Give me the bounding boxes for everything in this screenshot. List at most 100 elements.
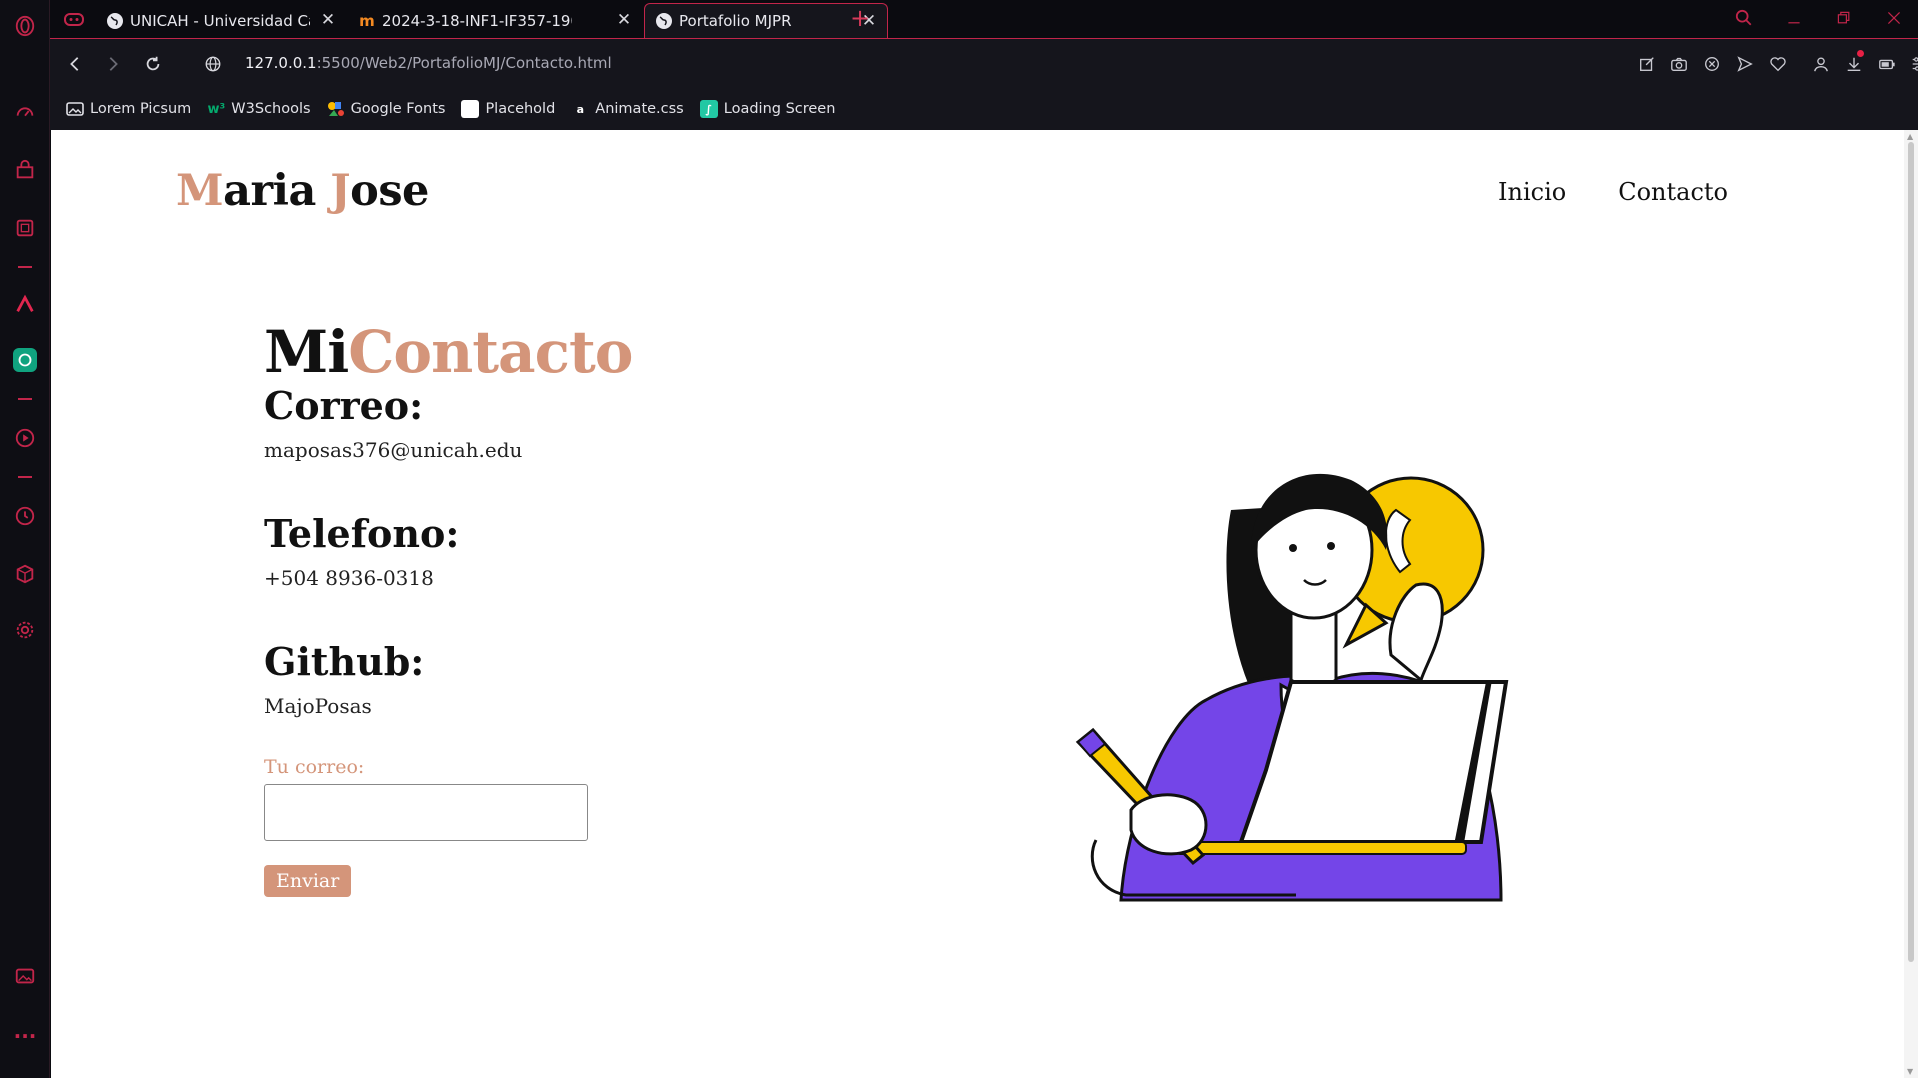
phone-value: +504 8936-0318 [264, 566, 434, 590]
account-icon[interactable] [1810, 53, 1832, 75]
easy-setup-icon[interactable] [1908, 53, 1918, 75]
restore-icon[interactable] [1830, 6, 1858, 30]
contact-section: MiContacto Correo: maposas376@unicah.edu… [264, 318, 633, 897]
gallery-icon[interactable] [13, 964, 37, 988]
player-icon[interactable] [13, 426, 37, 450]
minimize-icon[interactable] [1780, 6, 1808, 30]
bookmark-label: Lorem Picsum [90, 101, 192, 117]
history-icon[interactable] [13, 504, 37, 528]
chatgpt-icon[interactable] [13, 348, 37, 372]
contact-illustration [1075, 473, 1509, 902]
email-label: Tu correo: [264, 756, 365, 778]
bookmark-loading-screen[interactable]: ∫ Loading Screen [699, 100, 836, 118]
globe-icon [655, 12, 673, 30]
forward-icon[interactable] [102, 53, 124, 75]
scroll-up-icon[interactable]: ▲ [1907, 132, 1913, 141]
reload-icon[interactable] [142, 53, 164, 75]
email-value: maposas376@unicah.edu [264, 438, 523, 462]
sidebar-separator [18, 398, 32, 400]
moodle-icon: m [359, 11, 375, 30]
page-viewport: Maria Jose Inicio Contacto MiContacto Co… [51, 130, 1918, 1078]
battery-saver-icon[interactable] [1876, 53, 1898, 75]
close-window-icon[interactable] [1880, 6, 1908, 30]
tab-unicah[interactable]: UNICAH - Universidad Cató ✕ [96, 3, 346, 38]
extensions-icon[interactable] [13, 562, 37, 586]
back-icon[interactable] [64, 53, 86, 75]
github-block: Github: MajoPosas [264, 639, 632, 719]
w3schools-icon: w³ [207, 101, 226, 117]
bookmark-animate-css[interactable]: a Animate.css [571, 100, 684, 118]
url-path: :5500/Web2/PortafolioMJ/Contacto.html [316, 54, 612, 72]
aria-icon[interactable] [13, 292, 37, 316]
snapshot-edit-icon[interactable] [1636, 53, 1658, 75]
phone-heading: Telefono: [264, 511, 460, 556]
new-tab-button[interactable]: + [850, 6, 870, 30]
speed-dial-icon[interactable] [13, 100, 37, 124]
page-scrollbar[interactable]: ▲ ▼ [1904, 130, 1918, 1078]
shopping-icon[interactable] [13, 158, 37, 182]
tab-title: 2024-3-18-INF1-IF357-190 [382, 11, 572, 30]
scroll-down-icon[interactable]: ▼ [1907, 1067, 1913, 1076]
downloads-icon[interactable] [1843, 50, 1865, 75]
title-part-accent: Contacto [348, 318, 633, 386]
nav-link-inicio[interactable]: Inicio [1498, 178, 1566, 206]
page-title: MiContacto [264, 318, 633, 386]
bookmark-w3schools[interactable]: w³ W3Schools [207, 100, 310, 118]
send-icon[interactable] [1734, 53, 1756, 75]
logo-text: aria [223, 166, 331, 216]
site-logo[interactable]: Maria Jose [176, 166, 429, 216]
gx-game-icon[interactable] [64, 10, 84, 28]
phone-block: Telefono: +504 8936-0318 [264, 511, 632, 591]
sidebar-separator [18, 266, 32, 268]
title-part: Mi [264, 318, 349, 386]
github-heading: Github: [264, 639, 425, 684]
browser-sidebar: ··· [0, 0, 50, 1078]
bookmark-label: Loading Screen [723, 101, 836, 117]
address-toolbar: 127.0.0.1:5500/Web2/PortafolioMJ/Contact… [50, 38, 1918, 88]
ad-blocker-icon[interactable] [1701, 53, 1723, 75]
bookmark-label: W3Schools [231, 101, 311, 117]
sidebar-separator [18, 476, 32, 478]
site-info-icon[interactable] [202, 53, 224, 75]
bookmark-label: Google Fonts [350, 101, 446, 117]
logo-initial: M [176, 166, 224, 216]
logo-text: ose [350, 166, 429, 216]
close-tab-icon[interactable]: ✕ [616, 12, 632, 29]
send-button[interactable]: Enviar [264, 865, 352, 897]
search-tabs-icon[interactable] [1730, 6, 1758, 30]
scrollbar-thumb[interactable] [1908, 142, 1914, 962]
bookmark-lorem-picsum[interactable]: Lorem Picsum [66, 100, 191, 118]
close-tab-icon[interactable]: ✕ [320, 12, 336, 29]
workspace-icon[interactable] [13, 216, 37, 240]
nav-link-contacto[interactable]: Contacto [1618, 178, 1728, 206]
image-icon [66, 100, 84, 118]
settings-icon[interactable] [13, 618, 37, 642]
more-icon[interactable]: ··· [13, 1024, 37, 1048]
url-host: 127.0.0.1 [245, 54, 317, 72]
opera-logo-icon[interactable] [13, 14, 37, 38]
globe-icon [106, 12, 124, 30]
email-heading: Correo: [264, 383, 424, 428]
bookmarks-bar: Lorem Picsum w³ W3Schools Google Fonts P… [50, 88, 1918, 130]
tab-bar: UNICAH - Universidad Cató ✕ m 2024-3-18-… [50, 0, 1918, 38]
email-block: Correo: maposas376@unicah.edu [264, 383, 632, 463]
camera-icon[interactable] [1668, 53, 1690, 75]
google-fonts-icon [327, 100, 345, 118]
url-field[interactable]: 127.0.0.1:5500/Web2/PortafolioMJ/Contact… [245, 54, 612, 72]
loading-screen-icon: ∫ [699, 100, 718, 118]
download-badge [1857, 50, 1864, 57]
bookmark-placehold[interactable]: Placehold [461, 100, 555, 118]
site-nav: Inicio Contacto [1498, 178, 1728, 206]
bookmark-google-fonts[interactable]: Google Fonts [327, 100, 446, 118]
animate-icon: a [571, 100, 590, 118]
tab-title: Portafolio MJPR [679, 12, 792, 30]
email-input[interactable] [264, 784, 588, 841]
contact-form: Tu correo: Enviar [264, 756, 632, 897]
placehold-icon [461, 100, 480, 118]
bookmark-label: Animate.css [595, 101, 684, 117]
heart-icon[interactable] [1767, 53, 1789, 75]
tab-moodle[interactable]: m 2024-3-18-INF1-IF357-190 ✕ [348, 3, 642, 38]
bookmark-label: Placehold [485, 101, 556, 117]
github-value: MajoPosas [264, 694, 372, 718]
tab-title: UNICAH - Universidad Cató [130, 11, 310, 30]
